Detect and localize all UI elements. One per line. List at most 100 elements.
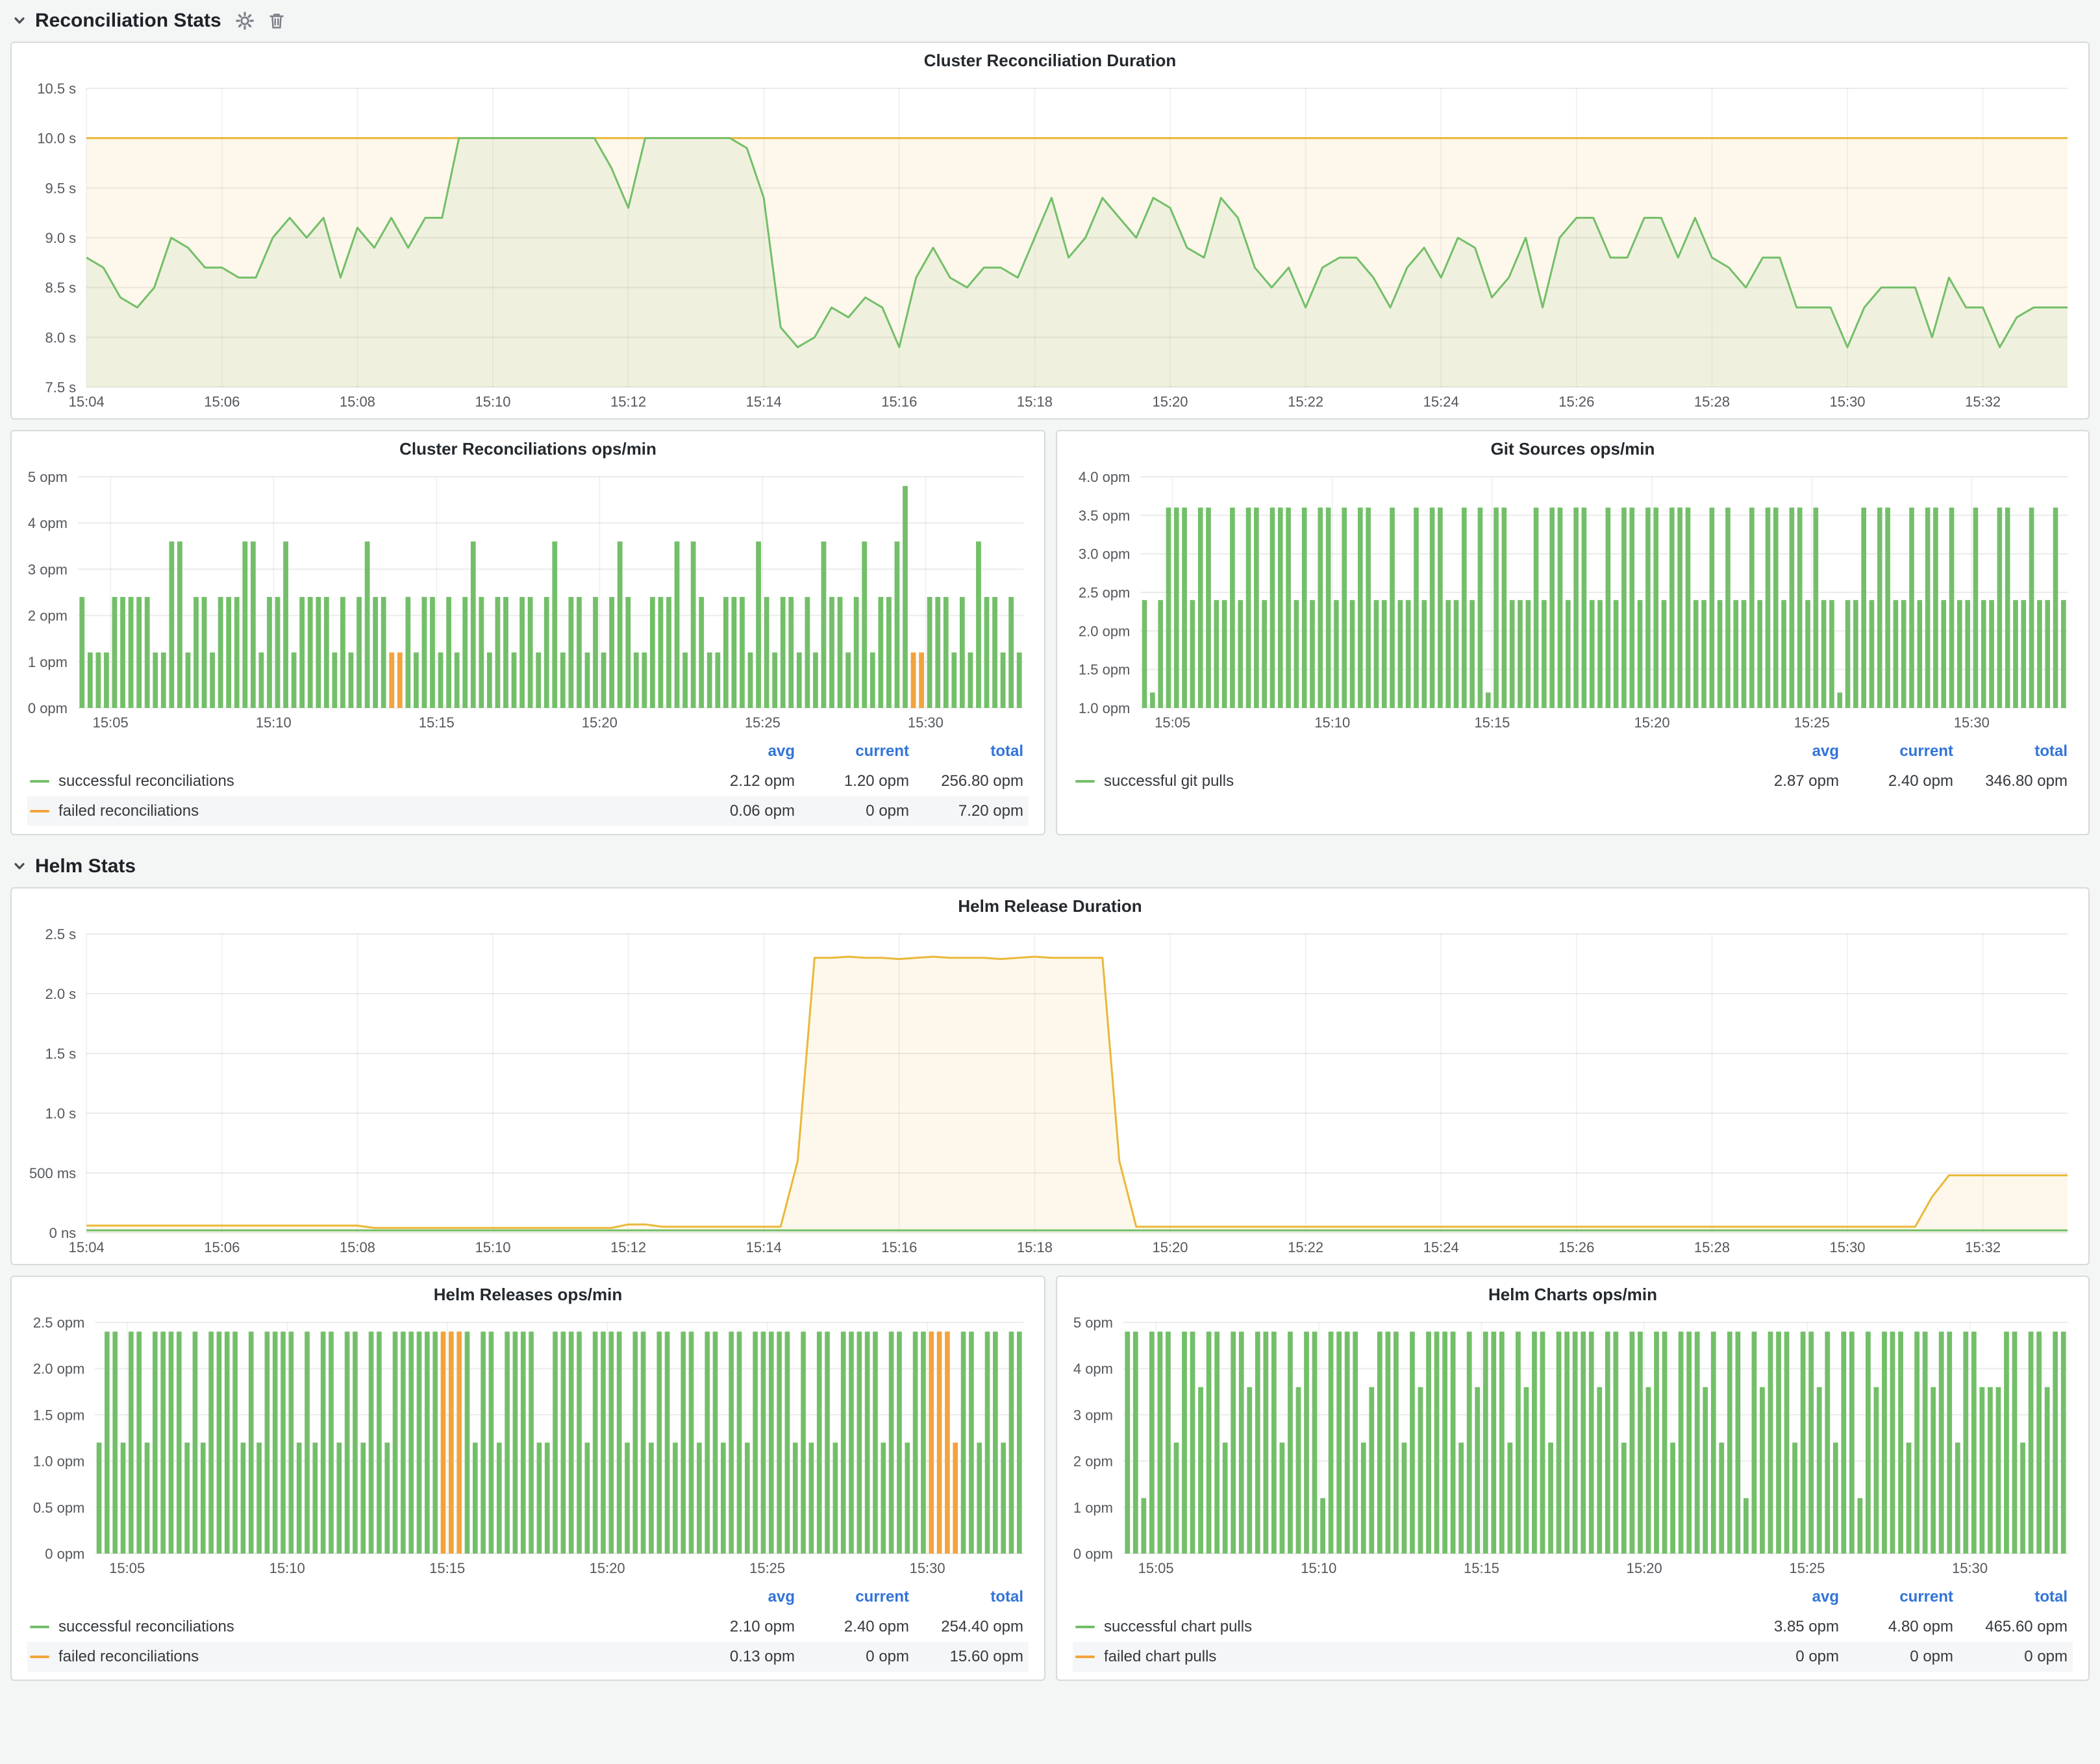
- series-dash-icon: [1075, 1626, 1095, 1628]
- svg-text:15:16: 15:16: [881, 394, 917, 410]
- legend-value: 4.80 opm: [1844, 1618, 1958, 1636]
- legend-row[interactable]: successful git pulls2.87 opm2.40 opm346.…: [1073, 766, 2073, 796]
- legend-value: 254.40 opm: [914, 1618, 1029, 1636]
- legend-header-current[interactable]: current: [1844, 742, 1958, 761]
- svg-text:15:15: 15:15: [1474, 714, 1510, 731]
- legend-header-total[interactable]: total: [914, 742, 1029, 761]
- svg-text:15:20: 15:20: [1627, 1560, 1662, 1576]
- legend-value: 15.60 opm: [914, 1648, 1029, 1666]
- legend-header-avg[interactable]: avg: [1730, 742, 1844, 761]
- svg-text:3 opm: 3 opm: [1073, 1407, 1113, 1423]
- svg-text:15:30: 15:30: [1829, 1239, 1865, 1255]
- panel-title[interactable]: Cluster Reconciliation Duration: [17, 43, 2083, 78]
- svg-text:15:15: 15:15: [1464, 1560, 1499, 1576]
- svg-text:1.5 opm: 1.5 opm: [1079, 662, 1131, 678]
- svg-text:15:25: 15:25: [1794, 714, 1830, 731]
- legend-value: 0 opm: [1730, 1648, 1844, 1666]
- legend-row[interactable]: failed chart pulls0 opm0 opm0 opm: [1073, 1642, 2073, 1672]
- legend-value: 3.85 opm: [1730, 1618, 1844, 1636]
- legend-value: 2.12 opm: [686, 772, 800, 790]
- svg-text:15:18: 15:18: [1017, 1239, 1053, 1255]
- svg-text:15:15: 15:15: [419, 714, 455, 731]
- svg-text:0 opm: 0 opm: [45, 1546, 84, 1562]
- panel-title[interactable]: Helm Charts ops/min: [1062, 1277, 2083, 1312]
- svg-text:3 opm: 3 opm: [28, 561, 68, 577]
- panel-helm-releases-opm: Helm Releases ops/min 0 opm0.5 opm1.0 op…: [10, 1276, 1045, 1681]
- legend-header-total[interactable]: total: [1958, 742, 2073, 761]
- chart-cluster-reconciliations-opm[interactable]: 0 opm1 opm2 opm3 opm4 opm5 opm15:0515:10…: [17, 466, 1039, 734]
- svg-text:0 opm: 0 opm: [28, 700, 68, 716]
- svg-text:2 opm: 2 opm: [1073, 1454, 1113, 1470]
- svg-text:15:20: 15:20: [582, 714, 618, 731]
- legend-header-avg[interactable]: avg: [686, 1588, 800, 1606]
- chart-cluster-reconciliation-duration[interactable]: 7.5 s8.0 s8.5 s9.0 s9.5 s10.0 s10.5 s15:…: [17, 78, 2083, 413]
- svg-text:15:06: 15:06: [204, 1239, 240, 1255]
- section-title-reconciliation-stats[interactable]: Reconciliation Stats: [35, 10, 221, 32]
- svg-text:15:10: 15:10: [1314, 714, 1350, 731]
- svg-text:15:04: 15:04: [69, 1239, 105, 1255]
- svg-text:15:30: 15:30: [910, 1560, 945, 1576]
- series-dash-icon: [1075, 780, 1095, 783]
- section-title-helm-stats[interactable]: Helm Stats: [35, 855, 136, 877]
- section-header-helm-stats: Helm Stats: [10, 846, 2090, 887]
- svg-text:15:30: 15:30: [1952, 1560, 1988, 1576]
- legend-value: 0.13 opm: [686, 1648, 800, 1666]
- svg-text:15:32: 15:32: [1965, 394, 2001, 410]
- svg-text:0 opm: 0 opm: [1073, 1546, 1113, 1562]
- legend-row[interactable]: failed reconciliations0.06 opm0 opm7.20 …: [27, 796, 1029, 826]
- chevron-down-icon[interactable]: [13, 860, 26, 873]
- svg-text:3.0 opm: 3.0 opm: [1079, 546, 1131, 562]
- svg-text:500 ms: 500 ms: [29, 1165, 76, 1181]
- legend-value: 346.80 opm: [1958, 772, 2073, 790]
- svg-text:15:10: 15:10: [1301, 1560, 1336, 1576]
- svg-text:10.0 s: 10.0 s: [37, 131, 76, 147]
- legend-header-row: avgcurrenttotal: [27, 1582, 1029, 1612]
- svg-text:15:16: 15:16: [881, 1239, 917, 1255]
- gear-icon[interactable]: [236, 12, 254, 30]
- chart-git-sources-opm[interactable]: 1.0 opm1.5 opm2.0 opm2.5 opm3.0 opm3.5 o…: [1062, 466, 2083, 734]
- legend-value: 2.40 opm: [1844, 772, 1958, 790]
- svg-text:5 opm: 5 opm: [28, 469, 68, 485]
- chevron-down-icon[interactable]: [13, 14, 26, 27]
- panel-row-helm: Helm Releases ops/min 0 opm0.5 opm1.0 op…: [10, 1276, 2090, 1681]
- chart-helm-release-duration[interactable]: 0 ns500 ms1.0 s1.5 s2.0 s2.5 s15:0415:06…: [17, 924, 2083, 1259]
- svg-text:1 opm: 1 opm: [28, 654, 68, 670]
- chart-helm-charts-opm[interactable]: 0 opm1 opm2 opm3 opm4 opm5 opm15:0515:10…: [1062, 1312, 2083, 1580]
- legend-header-current[interactable]: current: [800, 742, 914, 761]
- panel-title[interactable]: Helm Releases ops/min: [17, 1277, 1039, 1312]
- svg-text:15:05: 15:05: [1155, 714, 1190, 731]
- svg-text:15:22: 15:22: [1288, 394, 1323, 410]
- svg-text:1.5 opm: 1.5 opm: [33, 1407, 85, 1423]
- legend-header-total[interactable]: total: [914, 1588, 1029, 1606]
- svg-text:9.5 s: 9.5 s: [45, 180, 76, 196]
- legend-header-avg[interactable]: avg: [1730, 1588, 1844, 1606]
- series-dash-icon: [30, 1656, 49, 1658]
- legend-header-total[interactable]: total: [1958, 1588, 2073, 1606]
- series-name: failed reconciliations: [58, 1648, 199, 1666]
- legend-row[interactable]: successful reconciliations2.12 opm1.20 o…: [27, 766, 1029, 796]
- panel-cluster-reconciliation-duration: Cluster Reconciliation Duration 7.5 s8.0…: [10, 42, 2090, 420]
- series-name: failed chart pulls: [1104, 1648, 1216, 1666]
- panel-title[interactable]: Git Sources ops/min: [1062, 431, 2083, 466]
- svg-text:4 opm: 4 opm: [1073, 1361, 1113, 1377]
- svg-text:15:26: 15:26: [1558, 394, 1594, 410]
- svg-text:1 opm: 1 opm: [1073, 1500, 1113, 1516]
- series-dash-icon: [1075, 1656, 1095, 1658]
- panel-title[interactable]: Cluster Reconciliations ops/min: [17, 431, 1039, 466]
- legend-row[interactable]: failed reconciliations0.13 opm0 opm15.60…: [27, 1642, 1029, 1672]
- trash-icon[interactable]: [268, 12, 285, 30]
- legend-row[interactable]: successful chart pulls3.85 opm4.80 opm46…: [1073, 1612, 2073, 1642]
- svg-text:15:26: 15:26: [1558, 1239, 1594, 1255]
- svg-text:2.0 opm: 2.0 opm: [1079, 623, 1131, 639]
- svg-text:2.0 s: 2.0 s: [45, 986, 76, 1002]
- legend-helm-charts: avgcurrenttotal successful chart pulls3.8…: [1062, 1580, 2083, 1674]
- legend-header-avg[interactable]: avg: [686, 742, 800, 761]
- panel-title[interactable]: Helm Release Duration: [17, 888, 2083, 924]
- svg-text:4 opm: 4 opm: [28, 515, 68, 531]
- legend-header-current[interactable]: current: [1844, 1588, 1958, 1606]
- legend-header-current[interactable]: current: [800, 1588, 914, 1606]
- svg-text:15:24: 15:24: [1423, 394, 1459, 410]
- chart-helm-releases-opm[interactable]: 0 opm0.5 opm1.0 opm1.5 opm2.0 opm2.5 opm…: [17, 1312, 1039, 1580]
- legend-row[interactable]: successful reconciliations2.10 opm2.40 o…: [27, 1612, 1029, 1642]
- svg-text:2.5 opm: 2.5 opm: [1079, 585, 1131, 601]
